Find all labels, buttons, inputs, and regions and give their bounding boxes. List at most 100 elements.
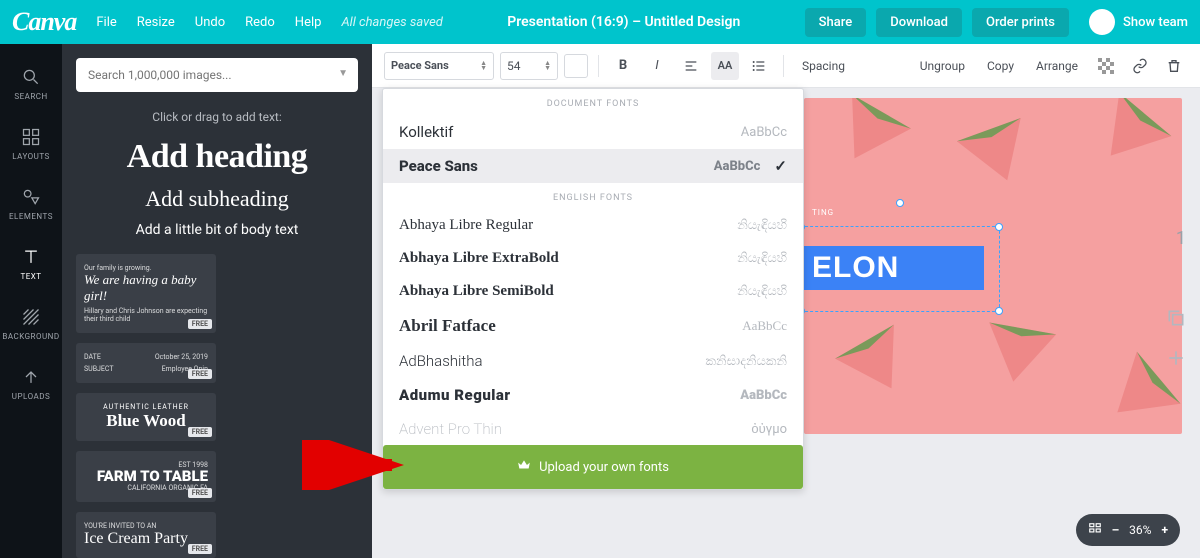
- font-sample: AaBbCc: [714, 159, 761, 174]
- show-team-button[interactable]: Show team: [1079, 9, 1188, 35]
- menu-help[interactable]: Help: [295, 15, 322, 30]
- font-option[interactable]: Advent Pro Thin ὀὐγμο: [383, 412, 803, 445]
- dd-section-header: Document Fonts: [383, 89, 803, 115]
- top-bar: Canva File Resize Undo Redo Help All cha…: [0, 0, 1200, 44]
- free-badge: FREE: [188, 544, 212, 554]
- resize-handle[interactable]: [995, 223, 1003, 231]
- separator: [783, 55, 784, 77]
- rail-layouts[interactable]: Layouts: [0, 114, 62, 172]
- duplicate-page-icon[interactable]: [1166, 308, 1186, 328]
- rail-text[interactable]: Text: [0, 234, 62, 292]
- font-list-scroll[interactable]: Document Fonts Kollektif AaBbCc Peace Sa…: [383, 89, 803, 445]
- watermelon-icon: [1085, 98, 1172, 178]
- font-name: Peace Sans: [391, 59, 449, 72]
- font-sample: නියැඳියහි: [737, 251, 787, 266]
- font-option[interactable]: Abhaya Libre SemiBoldනියැඳියහි: [383, 275, 803, 308]
- align-button[interactable]: [677, 52, 705, 80]
- free-badge: FREE: [188, 427, 212, 437]
- zoom-out-button[interactable]: –: [1112, 523, 1120, 537]
- add-body-text[interactable]: Add a little bit of body text: [62, 222, 372, 238]
- top-actions: Share Download Order prints Show team: [805, 8, 1188, 37]
- font-option[interactable]: Abhaya Libre ExtraBoldනියැඳියහි: [383, 242, 803, 275]
- font-selector[interactable]: Peace Sans ▲▼: [384, 52, 494, 80]
- zoom-in-button[interactable]: +: [1161, 523, 1168, 537]
- upload-fonts-button[interactable]: Upload your own fonts: [383, 445, 803, 489]
- logo[interactable]: Canva: [12, 7, 76, 37]
- list-button[interactable]: [745, 52, 773, 80]
- menu-resize[interactable]: Resize: [137, 15, 175, 30]
- tpl-text: EST 1998: [84, 461, 208, 469]
- menu-undo[interactable]: Undo: [195, 15, 225, 30]
- search-wrap: ▼: [62, 44, 372, 106]
- menu-redo[interactable]: Redo: [245, 15, 275, 30]
- canvas-small-text: TING: [812, 208, 834, 217]
- font-sample: නියැඳියහි: [737, 218, 787, 233]
- font-sample: ὀὐγμο: [751, 421, 787, 437]
- font-size-selector[interactable]: 54 ▲▼: [500, 52, 558, 80]
- share-button[interactable]: Share: [805, 8, 867, 37]
- upload-label: Upload your own fonts: [539, 460, 669, 475]
- resize-handle[interactable]: [995, 307, 1003, 315]
- menu-file[interactable]: File: [96, 15, 116, 30]
- rail-elements[interactable]: Elements: [0, 174, 62, 232]
- font-option[interactable]: Kollektif AaBbCc: [383, 115, 803, 149]
- text-icon: [20, 246, 42, 268]
- rail-label: Layouts: [12, 152, 50, 161]
- add-heading[interactable]: Add heading: [62, 138, 372, 176]
- chevron-down-icon[interactable]: ▼: [338, 68, 348, 79]
- font-option[interactable]: AdBhashithaකනිසාදනියකනි: [383, 344, 803, 378]
- font-sample: කනිසාදනියකනි: [705, 354, 787, 369]
- selected-text[interactable]: ELON: [804, 246, 984, 290]
- rail-background[interactable]: Background: [0, 294, 62, 352]
- tpl-text: October 25, 2019: [155, 353, 208, 361]
- download-button[interactable]: Download: [876, 8, 962, 37]
- font-sample: නියැඳියහි: [737, 284, 787, 299]
- canvas-area[interactable]: TING ELON 1: [804, 88, 1200, 516]
- rail-uploads[interactable]: Uploads: [0, 354, 62, 412]
- resize-handle[interactable]: [804, 223, 805, 231]
- font-name: Advent Pro Thin: [399, 420, 502, 438]
- template-card[interactable]: Our family is growing. We are having a b…: [76, 254, 216, 333]
- template-card[interactable]: AUTHENTIC LEATHER Blue Wood FREE: [76, 393, 216, 441]
- link-icon[interactable]: [1126, 52, 1154, 80]
- dd-section-header: English Fonts: [383, 183, 803, 209]
- bold-button[interactable]: B: [609, 52, 637, 80]
- order-prints-button[interactable]: Order prints: [972, 8, 1069, 37]
- upload-icon: [20, 366, 42, 388]
- font-option-selected[interactable]: Peace Sans AaBbCc✓: [383, 149, 803, 183]
- font-option[interactable]: Abhaya Libre Regularනියැඳියහි: [383, 209, 803, 242]
- copy-button[interactable]: Copy: [979, 59, 1022, 73]
- ungroup-button[interactable]: Ungroup: [912, 59, 973, 73]
- grid-view-icon[interactable]: [1088, 522, 1102, 539]
- font-option[interactable]: Abril FatfaceAaBbCc: [383, 308, 803, 344]
- slide[interactable]: TING ELON: [804, 98, 1182, 434]
- rail-label: Elements: [9, 212, 53, 221]
- text-color-picker[interactable]: [564, 54, 588, 78]
- zoom-value[interactable]: 36%: [1129, 523, 1151, 537]
- template-card[interactable]: DATEOctober 25, 2019 SUBJECTEmployee Opi…: [76, 343, 216, 383]
- font-name: Abril Fatface: [399, 316, 496, 336]
- template-card[interactable]: EST 1998 FARM TO TABLE CALIFORNIA ORGANI…: [76, 451, 216, 502]
- uppercase-button[interactable]: AA: [711, 52, 739, 80]
- watermelon-icon: [825, 98, 911, 175]
- rotate-handle[interactable]: [896, 199, 904, 207]
- tpl-text: We are having a baby girl!: [84, 272, 208, 303]
- italic-button[interactable]: I: [643, 52, 671, 80]
- watermelon-icon: [957, 118, 1039, 192]
- transparency-icon[interactable]: [1092, 52, 1120, 80]
- text-toolbar: Peace Sans ▲▼ 54 ▲▼ B I AA Spacing Ungro…: [372, 44, 1200, 88]
- delete-icon[interactable]: [1160, 52, 1188, 80]
- rail-search[interactable]: Search: [0, 54, 62, 112]
- template-card[interactable]: YOU'RE INVITED TO AN Ice Cream Party FRE…: [76, 512, 216, 558]
- tpl-text: YOU'RE INVITED TO AN: [84, 522, 208, 530]
- arrange-button[interactable]: Arrange: [1028, 59, 1086, 73]
- resize-handle[interactable]: [804, 307, 805, 315]
- font-option[interactable]: Adumu RegularAaBbCc: [383, 378, 803, 412]
- elements-icon: [20, 186, 42, 208]
- search-input[interactable]: [76, 58, 358, 92]
- add-subheading[interactable]: Add subheading: [62, 186, 372, 212]
- add-page-icon[interactable]: [1166, 348, 1186, 368]
- spacing-button[interactable]: Spacing: [794, 59, 853, 73]
- rail-label: Background: [2, 332, 59, 341]
- document-title[interactable]: Presentation (16:9) – Untitled Design: [443, 14, 805, 30]
